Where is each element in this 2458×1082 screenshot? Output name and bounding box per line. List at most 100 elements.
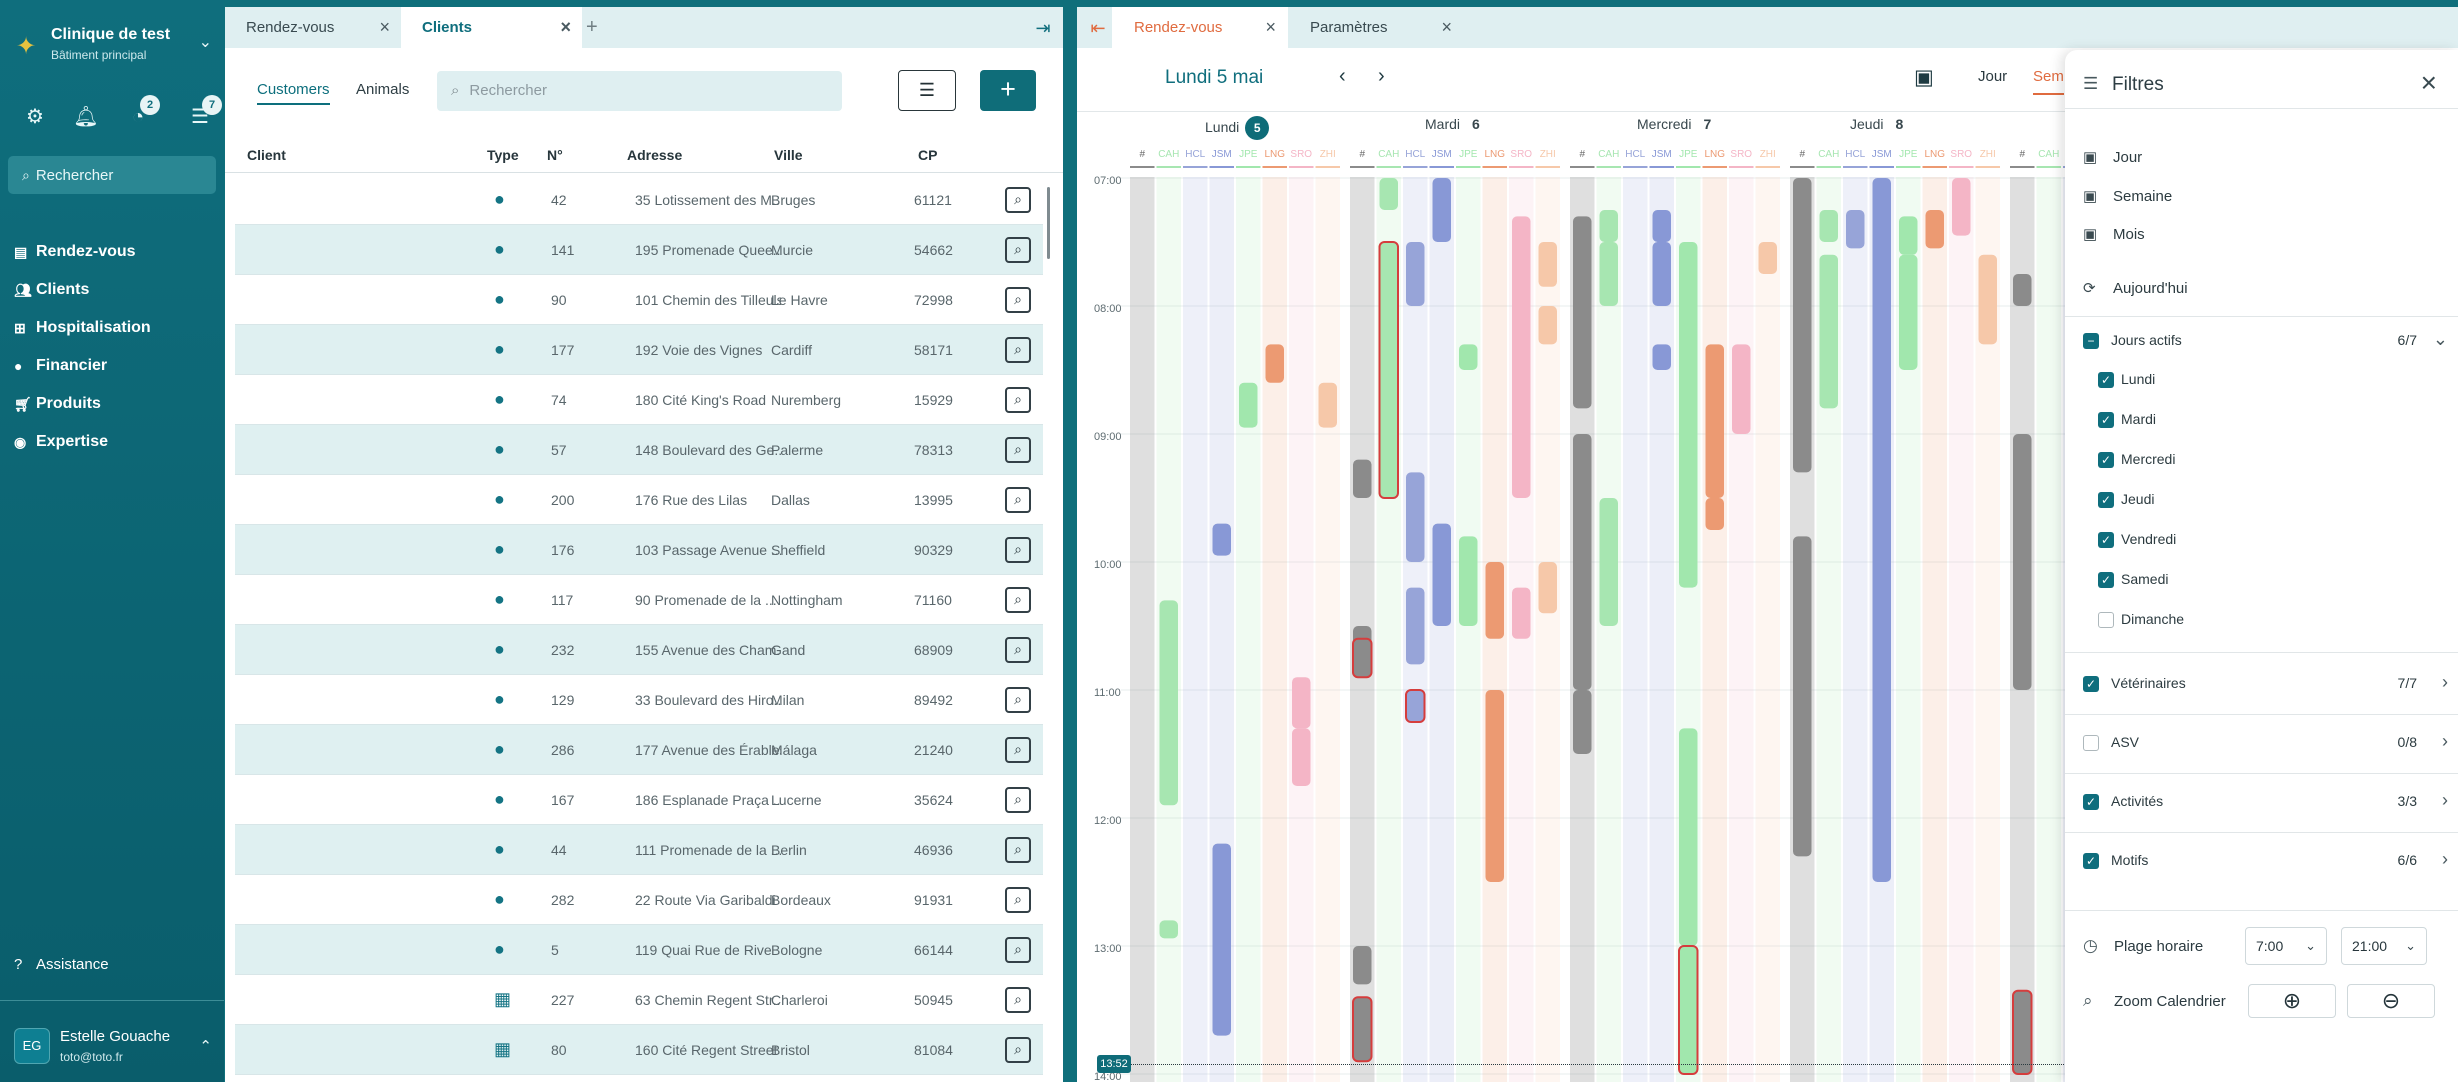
filter-option-month[interactable]: ▣ Mois bbox=[2083, 225, 2145, 243]
appointment-block[interactable] bbox=[1406, 242, 1425, 306]
appointment-block[interactable] bbox=[1485, 690, 1505, 882]
appointment-block[interactable] bbox=[1406, 587, 1425, 665]
close-icon[interactable]: × bbox=[379, 7, 390, 48]
column-client[interactable]: Client bbox=[247, 147, 286, 163]
selected-appointment-block[interactable] bbox=[1352, 637, 1373, 679]
assistance-link[interactable]: ? Assistance bbox=[14, 956, 109, 973]
close-icon[interactable]: × bbox=[560, 7, 571, 48]
start-time-select[interactable]: 7:00 ⌄ bbox=[2245, 927, 2327, 965]
view-record-icon[interactable]: ⌕ bbox=[1005, 387, 1031, 413]
view-record-icon[interactable]: ⌕ bbox=[1005, 237, 1031, 263]
active-days-group[interactable]: − Jours actifs 6/7 ⌄ bbox=[2083, 329, 2448, 353]
filter-group-row[interactable]: ✓ Vétérinaires 7/7 › bbox=[2083, 672, 2448, 696]
table-row[interactable]: Aaliyah Costa ● 42 35 Lotissement des M.… bbox=[235, 175, 1043, 225]
selected-appointment-block[interactable] bbox=[2012, 989, 2033, 1075]
view-record-icon[interactable]: ⌕ bbox=[1005, 787, 1031, 813]
filter-option-today[interactable]: ⟳ Aujourd'hui bbox=[2083, 279, 2188, 297]
appointment-block[interactable] bbox=[1819, 254, 1839, 409]
login-icon[interactable]: ⇥ bbox=[1031, 16, 1055, 40]
scrollbar[interactable] bbox=[1047, 187, 1050, 259]
day-checkbox-row[interactable]: ✓ Samedi bbox=[2098, 568, 2298, 592]
tasks-icon[interactable]: ☰ 7 bbox=[187, 95, 222, 130]
appointment-block[interactable] bbox=[1159, 920, 1179, 939]
column-number[interactable]: N° bbox=[547, 147, 563, 163]
appointment-block[interactable] bbox=[1459, 344, 1478, 370]
appointment-block[interactable] bbox=[1652, 242, 1672, 306]
checkbox[interactable]: ✓ bbox=[2098, 532, 2114, 548]
view-record-icon[interactable]: ⌕ bbox=[1005, 1037, 1031, 1063]
appointment-block[interactable] bbox=[1353, 459, 1372, 498]
appointment-block[interactable] bbox=[1599, 210, 1619, 242]
column-cp[interactable]: CP bbox=[918, 147, 937, 163]
appointment-block[interactable] bbox=[1265, 344, 1285, 383]
view-record-icon[interactable]: ⌕ bbox=[1005, 287, 1031, 313]
close-icon[interactable]: × bbox=[2421, 69, 2437, 97]
appointment-block[interactable] bbox=[1538, 242, 1558, 287]
appointment-block[interactable] bbox=[1793, 536, 1812, 857]
appointment-block[interactable] bbox=[1459, 536, 1478, 626]
add-client-button[interactable]: + bbox=[980, 70, 1036, 111]
appointment-block[interactable] bbox=[1538, 306, 1558, 345]
filter-group-row[interactable]: ASV 0/8 › bbox=[2083, 731, 2448, 755]
table-row[interactable]: Alice Bony ● 200 176 Rue des Lilas Dalla… bbox=[235, 475, 1043, 525]
appointment-block[interactable] bbox=[1378, 241, 1399, 499]
filter-button[interactable]: ☰ bbox=[898, 70, 956, 111]
checkbox[interactable]: ✓ bbox=[2098, 372, 2114, 388]
sidebar-item-financier[interactable]: ● Financier bbox=[14, 347, 214, 385]
tab-rendez-vous[interactable]: Rendez-vous × bbox=[225, 7, 401, 48]
day-checkbox-row[interactable]: ✓ Mardi bbox=[2098, 408, 2298, 432]
table-row[interactable]: Aicha Simon ● 74 180 Cité King's Road Nu… bbox=[235, 375, 1043, 425]
chevron-down-icon[interactable]: ⌄ bbox=[199, 32, 212, 52]
appointment-block[interactable] bbox=[1573, 434, 1592, 690]
chevron-down-icon[interactable]: ⌄ bbox=[2433, 329, 2448, 350]
zoom-in-button[interactable]: ⊕ bbox=[2248, 984, 2336, 1018]
appointment-block[interactable] bbox=[1652, 210, 1672, 242]
view-record-icon[interactable]: ⌕ bbox=[1005, 537, 1031, 563]
view-record-icon[interactable]: ⌕ bbox=[1005, 887, 1031, 913]
view-record-icon[interactable]: ⌕ bbox=[1005, 637, 1031, 663]
column-address[interactable]: Adresse bbox=[627, 147, 682, 163]
checkbox[interactable] bbox=[2098, 612, 2114, 628]
appointment-block[interactable] bbox=[1512, 587, 1531, 639]
sidebar-item-hospitalisation[interactable]: ⊞ Hospitalisation bbox=[14, 309, 214, 347]
add-tab-icon[interactable]: + bbox=[586, 17, 598, 37]
sidebar-search[interactable]: ⌕ Rechercher bbox=[8, 156, 216, 194]
appointment-block[interactable] bbox=[1159, 600, 1179, 806]
view-record-icon[interactable]: ⌕ bbox=[1005, 737, 1031, 763]
day-checkbox-row[interactable]: ✓ Jeudi bbox=[2098, 488, 2298, 512]
appointment-block[interactable] bbox=[1846, 210, 1865, 249]
appointment-block[interactable] bbox=[1899, 254, 1918, 370]
appointment-block[interactable] bbox=[1899, 216, 1918, 255]
checkbox[interactable]: ✓ bbox=[2098, 572, 2114, 588]
tab-clients[interactable]: Clients × bbox=[401, 7, 582, 48]
filter-option-day[interactable]: ▣ Jour bbox=[2083, 148, 2142, 166]
appointment-block[interactable] bbox=[1599, 498, 1619, 626]
day-checkbox-row[interactable]: ✓ Vendredi bbox=[2098, 528, 2298, 552]
day-checkbox-row[interactable]: ✓ Mercredi bbox=[2098, 448, 2298, 472]
checkbox[interactable]: ✓ bbox=[2098, 492, 2114, 508]
appointment-block[interactable] bbox=[1679, 242, 1698, 588]
sidebar-item-expertise[interactable]: ◉ Expertise bbox=[14, 423, 214, 461]
appointment-block[interactable] bbox=[1705, 344, 1725, 498]
appointment-block[interactable] bbox=[1239, 382, 1258, 428]
appointment-block[interactable] bbox=[1379, 178, 1399, 210]
appointment-block[interactable] bbox=[1485, 562, 1505, 639]
day-checkbox-row[interactable]: ✓ Lundi bbox=[2098, 368, 2298, 392]
table-row[interactable]: Baptiste Sow ● 282 22 Route Via Garibald… bbox=[235, 875, 1043, 925]
table-row[interactable]: Benoît El Haïm ● 5 119 Quai Rue de Rive … bbox=[235, 925, 1043, 975]
column-type[interactable]: Type bbox=[487, 147, 519, 163]
view-record-icon[interactable]: ⌕ bbox=[1005, 687, 1031, 713]
appointment-block[interactable] bbox=[1793, 178, 1812, 473]
appointment-block[interactable] bbox=[1573, 690, 1592, 754]
table-row[interactable]: Ana Schmidt ● 117 90 Promenade de la ...… bbox=[235, 575, 1043, 625]
end-time-select[interactable]: 21:00 ⌄ bbox=[2341, 927, 2427, 965]
clinic-selector[interactable]: ✦ Clinique de test Bâtiment principal ⌄ bbox=[14, 20, 212, 68]
appointment-block[interactable] bbox=[1819, 210, 1839, 242]
table-row[interactable]: Aurélien Lambert ● 286 177 Avenue des Ér… bbox=[235, 725, 1043, 775]
view-record-icon[interactable]: ⌕ bbox=[1005, 987, 1031, 1013]
column-city[interactable]: Ville bbox=[774, 147, 803, 163]
appointment-block[interactable] bbox=[1353, 946, 1372, 985]
appointment-block[interactable] bbox=[1318, 382, 1338, 428]
view-record-icon[interactable]: ⌕ bbox=[1005, 487, 1031, 513]
appointment-block[interactable] bbox=[1573, 216, 1592, 409]
